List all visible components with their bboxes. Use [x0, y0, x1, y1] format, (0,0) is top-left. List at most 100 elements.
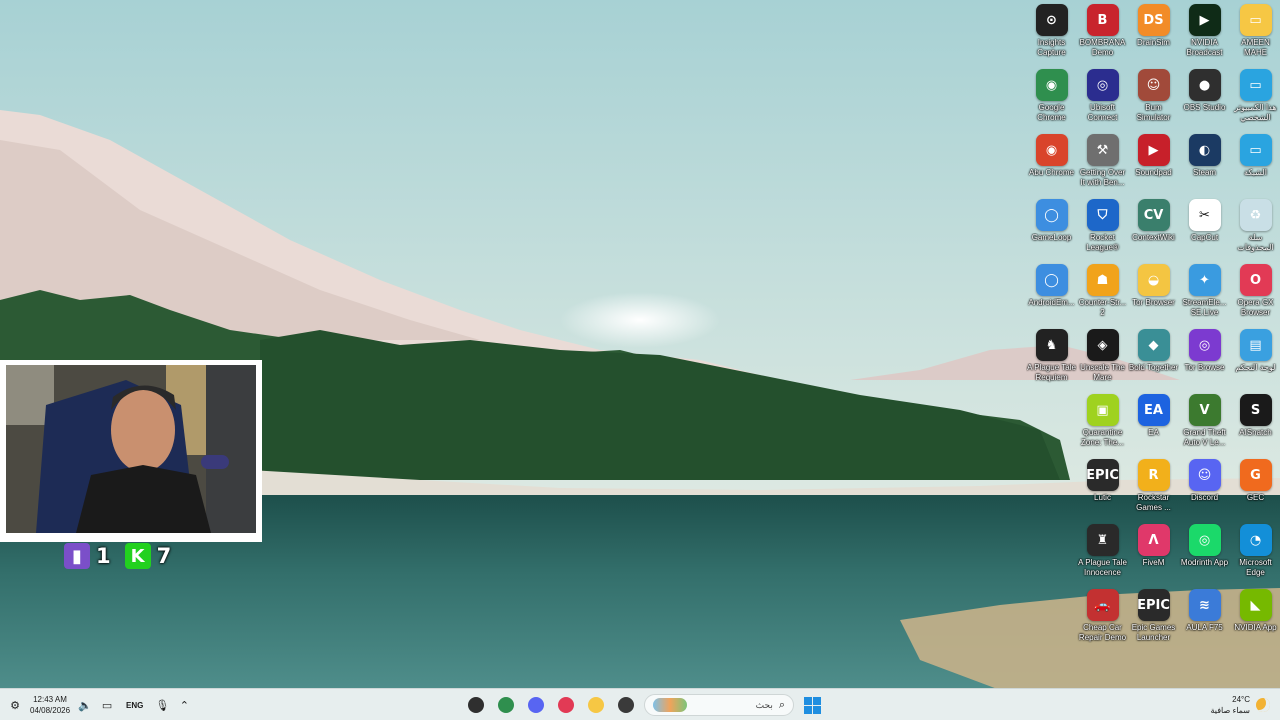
desktop-icon-getting-over-it-with-ben[interactable]: ⚒ Getting Over It with Ben...: [1077, 132, 1128, 197]
desktop-icon-nvidia-broadcast[interactable]: ▶ NVIDIA Broadcast: [1179, 2, 1230, 67]
chevron-up-icon[interactable]: ⌃: [177, 699, 191, 712]
desktop-icon-nvidia-app[interactable]: ◣ NVIDIA App: [1230, 587, 1280, 652]
desktop-icon-unscale-the-mare[interactable]: ◈ Unscale The Mare: [1077, 327, 1128, 392]
desktop-icon-a-plague-tale-requiem[interactable]: ♞ A Plague Tale Requiem: [1026, 327, 1077, 392]
opera-gx-app-icon: [558, 697, 574, 713]
desktop-icon-label: Quarantine Zone: The...: [1081, 428, 1124, 447]
gec-app-icon: G: [1239, 459, 1272, 491]
desktop-icon-cheap-car-repair-demo[interactable]: 🚗 Cheap Car Repair Demo: [1077, 587, 1128, 652]
rocket-league-app-icon: ⛉: [1086, 199, 1119, 231]
desktop-icon-fivem[interactable]: Λ FiveM: [1128, 522, 1179, 587]
search-placeholder: بحث: [755, 699, 773, 710]
desktop-icon-capcut[interactable]: ✂ CapCut: [1179, 197, 1230, 262]
desktop-icon-icon-9[interactable]: ▭ هذا الكمبيوتر الشخصي: [1230, 67, 1280, 132]
desktop-icon-label: NVIDIA App: [1234, 623, 1277, 632]
terminal-app-button[interactable]: [614, 693, 638, 717]
desktop-icon-label: ContextWiki: [1132, 233, 1175, 242]
microphone-icon[interactable]: 🎙: [155, 699, 169, 712]
desktop-icon-abu-chrome[interactable]: ◉ Abu Chrome: [1026, 132, 1077, 197]
display-icon[interactable]: ▭: [100, 699, 114, 712]
desktop-icon-label: FiveM: [1142, 558, 1165, 567]
kick-viewer-count: K 7: [124, 543, 171, 569]
a-plague-tale-requiem-app-icon: ♞: [1035, 329, 1068, 361]
ameen-mahe-app-icon: ▭: [1239, 4, 1272, 36]
network-settings-icon[interactable]: ⚙: [8, 699, 22, 712]
kick-icon: K: [124, 543, 151, 569]
desktop-icon-counter-str-2[interactable]: ☗ Counter-Str... 2: [1077, 262, 1128, 327]
desktop-icon-tor-browse[interactable]: ◎ Tor Browse: [1179, 327, 1230, 392]
modrinth-app-app-icon: ◎: [1188, 524, 1221, 556]
desktop-icon-quarantine-zone-the[interactable]: ▣ Quarantine Zone: The...: [1077, 392, 1128, 457]
desktop-icon-epic-games-launcher[interactable]: EPIC Epic Games Launcher: [1128, 587, 1179, 652]
desktop-icon-ubisoft-connect[interactable]: ◎ Ubisoft Connect: [1077, 67, 1128, 132]
desktop-icon-icon-29[interactable]: ▤ لوحة التحكم: [1230, 327, 1280, 392]
desktop-icon-label: StreamEle... SE.Live: [1182, 298, 1227, 317]
desktop-icon-icon-14[interactable]: ▭ الشبكة: [1230, 132, 1280, 197]
a-plague-tale-innocence-app-icon: ♜: [1086, 524, 1119, 556]
tor-browser-app-icon: ◒: [1137, 264, 1170, 296]
desktop-icon-androidem[interactable]: ◯ AndroidEm...: [1026, 262, 1077, 327]
desktop-icon-a-plague-tale-innocence[interactable]: ♜ A Plague Tale Innocence: [1077, 522, 1128, 587]
nvidia-broadcast-app-icon: ▶: [1188, 4, 1221, 36]
input-language-indicator[interactable]: ENG: [126, 701, 143, 710]
file-explorer-app-button[interactable]: [584, 693, 608, 717]
desktop-icon-label: Steam: [1192, 168, 1217, 177]
desktop-icon-grand-theft-auto-v-le[interactable]: V Grand Theft Auto V Le...: [1179, 392, 1230, 457]
desktop-icon-bombrana-demo[interactable]: B BOMBRANA Demo: [1077, 2, 1128, 67]
desktop-icon-lutic[interactable]: EPIC Lutic: [1077, 457, 1128, 522]
desktop-icon-label: A Plague Tale Innocence: [1078, 558, 1127, 577]
weather-widget[interactable]: 24°C سماء صافية: [1210, 689, 1270, 720]
obs-studio-app-icon: ●: [1188, 69, 1221, 101]
windows-logo-icon: [803, 696, 821, 714]
chrome-app-button[interactable]: [494, 693, 518, 717]
desktop-icon-rockstar-games[interactable]: R Rockstar Games ...: [1128, 457, 1179, 522]
desktop-icon-microsoft-edge[interactable]: ◔ Microsoft Edge: [1230, 522, 1280, 587]
opera-gx-app-button[interactable]: [554, 693, 578, 717]
twitch-viewer-count: ▮ 1: [64, 543, 111, 569]
desktop-icon-insights-capture[interactable]: ⊙ Insights Capture: [1026, 2, 1077, 67]
desktop-icon-bum-simulator[interactable]: ☺ Bum Simulator: [1128, 67, 1179, 132]
desktop-icon-steam[interactable]: ◐ Steam: [1179, 132, 1230, 197]
desktop-icon-gameloop[interactable]: ◯ GameLoop: [1026, 197, 1077, 262]
aula-f75-app-icon: ≋: [1188, 589, 1221, 621]
desktop-icon-label: Modrinth App: [1180, 558, 1229, 567]
discord-app-button[interactable]: [524, 693, 548, 717]
clock[interactable]: 12:43 AM 04/08/2026: [30, 694, 70, 716]
desktop-icon-obs-studio[interactable]: ● OBS Studio: [1179, 67, 1230, 132]
desktop-icon-aula-f75[interactable]: ≋ AULA F75: [1179, 587, 1230, 652]
desktop-icon-contextwiki[interactable]: CV ContextWiki: [1128, 197, 1179, 262]
desktop-icon-label: Rocket League®: [1086, 233, 1119, 252]
desktop-icon-label: لوحة التحكم: [1235, 363, 1276, 372]
desktop-icon-soundpad[interactable]: ▶ Soundpad: [1128, 132, 1179, 197]
desktop-icon-modrinth-app[interactable]: ◎ Modrinth App: [1179, 522, 1230, 587]
desktop-icon-google-chrome[interactable]: ◉ Google Chrome: [1026, 67, 1077, 132]
cheap-car-repair-demo-app-icon: 🚗: [1086, 589, 1119, 621]
twitch-viewer-number: 1: [96, 544, 111, 568]
desktop-icon-bold-together[interactable]: ◆ Bold Together: [1128, 327, 1179, 392]
desktop-icon-rocket-league[interactable]: ⛉ Rocket League®: [1077, 197, 1128, 262]
desktop-icon-opera-gx-browser[interactable]: O Opera GX Browser: [1230, 262, 1280, 327]
desktop-icon-discord[interactable]: ☺ Discord: [1179, 457, 1230, 522]
taskbar-apps: بحث ⌕: [464, 689, 824, 720]
desktop-icon-ea[interactable]: EA EA: [1128, 392, 1179, 457]
desktop-icon-streamele-se-live[interactable]: ✦ StreamEle... SE.Live: [1179, 262, 1230, 327]
start-button[interactable]: [800, 693, 824, 717]
desktop-icon-ameen-mahe[interactable]: ▭ AMEEN MAHE: [1230, 2, 1280, 67]
weather-temperature: 24°C: [1232, 695, 1250, 704]
desktop-empty-slot: [1026, 587, 1077, 652]
drainsim-app-icon: DS: [1137, 4, 1170, 36]
desktop-icon-tor-browser[interactable]: ◒ Tor Browser: [1128, 262, 1179, 327]
icon-9-app-icon: ▭: [1239, 69, 1272, 101]
volume-icon[interactable]: 🔈: [78, 699, 92, 712]
desktop-icon-label: Cheap Car Repair Demo: [1078, 623, 1127, 642]
desktop-icon-aisnatch[interactable]: S AISnatch: [1230, 392, 1280, 457]
aisnatch-app-icon: S: [1239, 394, 1272, 426]
desktop-icon-icon-19[interactable]: ♻ سلة المحذوفات: [1230, 197, 1280, 262]
desktop-icon-gec[interactable]: G GEC: [1230, 457, 1280, 522]
ubisoft-connect-app-icon: ◎: [1086, 69, 1119, 101]
obs-app-button[interactable]: [464, 693, 488, 717]
search-icon: ⌕: [778, 698, 785, 711]
taskbar-search-box[interactable]: بحث ⌕: [644, 694, 794, 716]
desktop-icon-drainsim[interactable]: DS DrainSim: [1128, 2, 1179, 67]
desktop-icon-label: Microsoft Edge: [1239, 558, 1272, 577]
